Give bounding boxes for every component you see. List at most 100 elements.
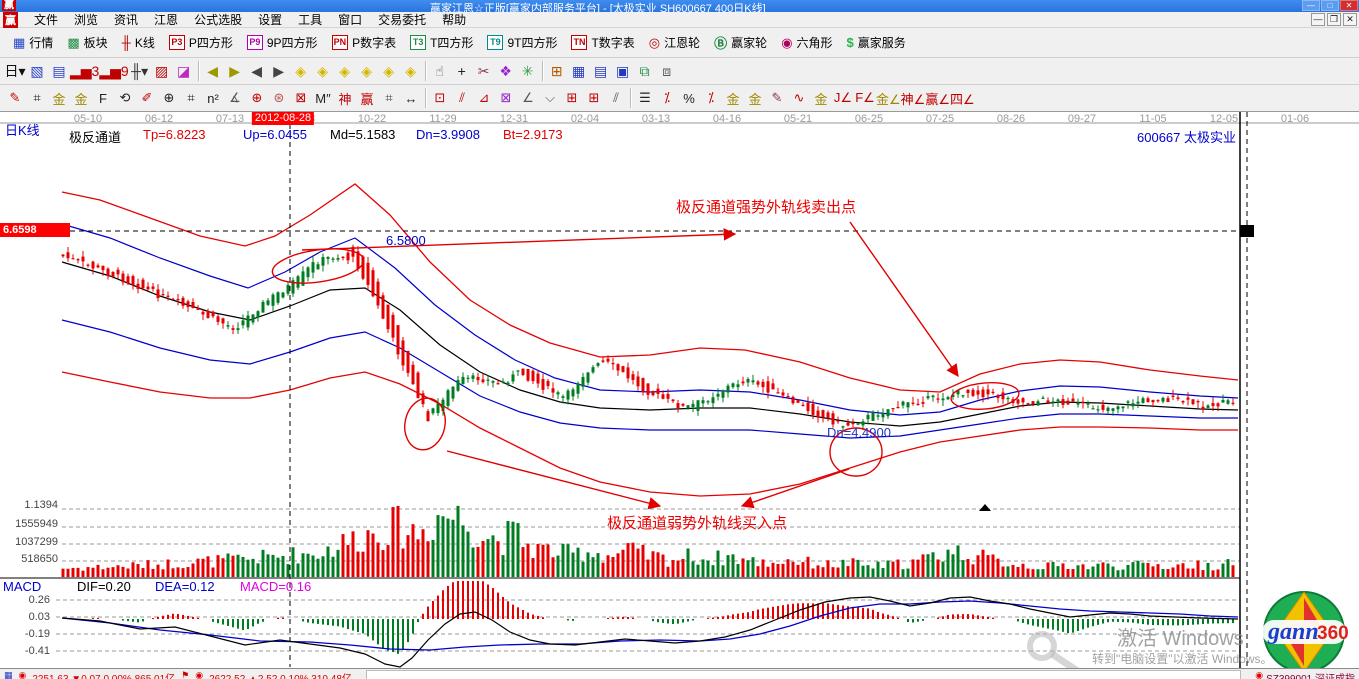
- draw-tool-icon[interactable]: ⊞: [561, 87, 583, 109]
- draw-tool-icon[interactable]: %: [678, 87, 700, 109]
- draw-tool-icon[interactable]: [630, 88, 631, 108]
- tool-icon[interactable]: ▂▅9: [99, 60, 128, 82]
- menu-item[interactable]: 帮助: [434, 13, 474, 27]
- tool-icon[interactable]: ⧉: [634, 60, 656, 82]
- toolbar-button[interactable]: ▦ 行情: [6, 31, 60, 54]
- menu-item[interactable]: 交易委托: [370, 13, 434, 27]
- draw-tool-icon[interactable]: ✎: [766, 87, 788, 109]
- draw-tool-icon[interactable]: M″: [312, 87, 334, 109]
- tool-icon[interactable]: ◪: [173, 60, 195, 82]
- draw-tool-icon[interactable]: ☰: [634, 87, 656, 109]
- draw-tool-icon[interactable]: 赢: [356, 87, 378, 109]
- draw-tool-icon[interactable]: [425, 88, 426, 108]
- draw-tool-icon[interactable]: 金: [722, 87, 744, 109]
- tool-icon[interactable]: [542, 61, 543, 81]
- toolbar-button[interactable]: Ⓑ 赢家轮: [707, 31, 774, 54]
- tool-icon[interactable]: ◈: [378, 60, 400, 82]
- tool-icon[interactable]: ✳: [517, 60, 539, 82]
- draw-tool-icon[interactable]: 金: [744, 87, 766, 109]
- window-close-button[interactable]: ✕: [1340, 0, 1358, 11]
- tool-icon[interactable]: +: [451, 60, 473, 82]
- draw-tool-icon[interactable]: ⌵: [539, 87, 561, 109]
- draw-tool-icon[interactable]: ∠: [517, 87, 539, 109]
- window-maximize-button[interactable]: □: [1321, 0, 1339, 11]
- macd-panel-title[interactable]: MACD: [3, 579, 41, 594]
- index-quote-2[interactable]: 2622.52 ▲2.52 0.10% 310.48亿: [209, 670, 352, 679]
- toolbar-button[interactable]: T9 9T四方形: [480, 31, 564, 54]
- draw-tool-icon[interactable]: 神: [334, 87, 356, 109]
- tool-icon[interactable]: ⧈: [656, 60, 678, 82]
- tool-icon[interactable]: ▣: [612, 60, 634, 82]
- toolbar-button[interactable]: ▩ 板块: [60, 31, 114, 54]
- calendar-icon[interactable]: ▦: [4, 670, 13, 679]
- draw-tool-icon[interactable]: ⟲: [114, 87, 136, 109]
- draw-tool-icon[interactable]: ⌗: [378, 87, 400, 109]
- tool-icon[interactable]: ◈: [312, 60, 334, 82]
- draw-tool-icon[interactable]: ⫽: [605, 87, 627, 109]
- draw-tool-icon[interactable]: 赢∠: [925, 87, 950, 109]
- draw-tool-icon[interactable]: F: [92, 87, 114, 109]
- window-minimize-button[interactable]: —: [1302, 0, 1320, 11]
- draw-tool-icon[interactable]: ⫽: [451, 87, 473, 109]
- index-quote-1[interactable]: 2251.63 ▼0.07 0.00% 865.01亿: [32, 670, 175, 679]
- menu-item[interactable]: 工具: [290, 13, 330, 27]
- toolbar-button[interactable]: T3 T四方形: [403, 31, 480, 54]
- draw-tool-icon[interactable]: ⊞: [583, 87, 605, 109]
- tool-icon[interactable]: ▶: [224, 60, 246, 82]
- draw-tool-icon[interactable]: ⊿: [473, 87, 495, 109]
- tool-icon[interactable]: ❖: [495, 60, 517, 82]
- tool-icon[interactable]: ✂: [473, 60, 495, 82]
- draw-tool-icon[interactable]: ⌗: [26, 87, 48, 109]
- toolbar-button[interactable]: ◎ 江恩轮: [642, 31, 707, 54]
- menu-item[interactable]: 资讯: [106, 13, 146, 27]
- toolbar-button[interactable]: P3 P四方形: [162, 31, 240, 54]
- tool-icon[interactable]: [425, 61, 426, 81]
- draw-tool-icon[interactable]: ∿: [788, 87, 810, 109]
- draw-tool-icon[interactable]: ⊡: [429, 87, 451, 109]
- tool-icon[interactable]: ◀: [202, 60, 224, 82]
- draw-tool-icon[interactable]: ↔: [400, 87, 422, 109]
- menu-item[interactable]: 窗口: [330, 13, 370, 27]
- tool-icon[interactable]: ⊞: [546, 60, 568, 82]
- toolbar-button[interactable]: ╫ K线: [115, 31, 162, 54]
- tool-icon[interactable]: 日▾: [4, 60, 26, 82]
- toolbar-button[interactable]: $ 赢家服务: [840, 31, 913, 54]
- tool-icon[interactable]: ◀: [246, 60, 268, 82]
- tool-icon[interactable]: ▦: [568, 60, 590, 82]
- tool-icon[interactable]: ▶: [268, 60, 290, 82]
- indicator-name[interactable]: 极反通道: [69, 127, 121, 146]
- menu-item[interactable]: 浏览: [66, 13, 106, 27]
- draw-tool-icon[interactable]: ⊕: [246, 87, 268, 109]
- draw-tool-icon[interactable]: ⌗: [180, 87, 202, 109]
- toolbar-button[interactable]: P9 9P四方形: [240, 31, 325, 54]
- draw-tool-icon[interactable]: J∠: [832, 87, 854, 109]
- menu-item[interactable]: 公式选股: [186, 13, 250, 27]
- draw-tool-icon[interactable]: ∡: [224, 87, 246, 109]
- menu-item[interactable]: 设置: [250, 13, 290, 27]
- child-minimize-button[interactable]: —: [1311, 13, 1325, 26]
- draw-tool-icon[interactable]: 神∠: [901, 87, 926, 109]
- toolbar-button[interactable]: PN P数字表: [325, 31, 404, 54]
- draw-tool-icon[interactable]: ⁒: [700, 87, 722, 109]
- tool-icon[interactable]: ☝: [429, 60, 451, 82]
- tool-icon[interactable]: ▤: [590, 60, 612, 82]
- tool-icon[interactable]: ◈: [356, 60, 378, 82]
- child-close-button[interactable]: ✕: [1343, 13, 1357, 26]
- tool-icon[interactable]: ▂▅3: [70, 60, 99, 82]
- tool-icon[interactable]: [198, 61, 199, 81]
- toolbar-button[interactable]: ◉ 六角形: [774, 31, 839, 54]
- draw-tool-icon[interactable]: ⁒: [656, 87, 678, 109]
- tool-icon[interactable]: ◈: [400, 60, 422, 82]
- tool-icon[interactable]: ◈: [290, 60, 312, 82]
- menu-item[interactable]: 江恩: [146, 13, 186, 27]
- tool-icon[interactable]: ▨: [151, 60, 173, 82]
- tool-icon[interactable]: ▤: [48, 60, 70, 82]
- draw-tool-icon[interactable]: ⊠: [495, 87, 517, 109]
- draw-tool-icon[interactable]: 金: [70, 87, 92, 109]
- draw-tool-icon[interactable]: n²: [202, 87, 224, 109]
- tool-icon[interactable]: ╫▾: [129, 60, 151, 82]
- index-code-right[interactable]: SZ399001 深证成指: [1266, 670, 1355, 679]
- draw-tool-icon[interactable]: ⊛: [268, 87, 290, 109]
- draw-tool-icon[interactable]: 金: [810, 87, 832, 109]
- tool-icon[interactable]: ◈: [334, 60, 356, 82]
